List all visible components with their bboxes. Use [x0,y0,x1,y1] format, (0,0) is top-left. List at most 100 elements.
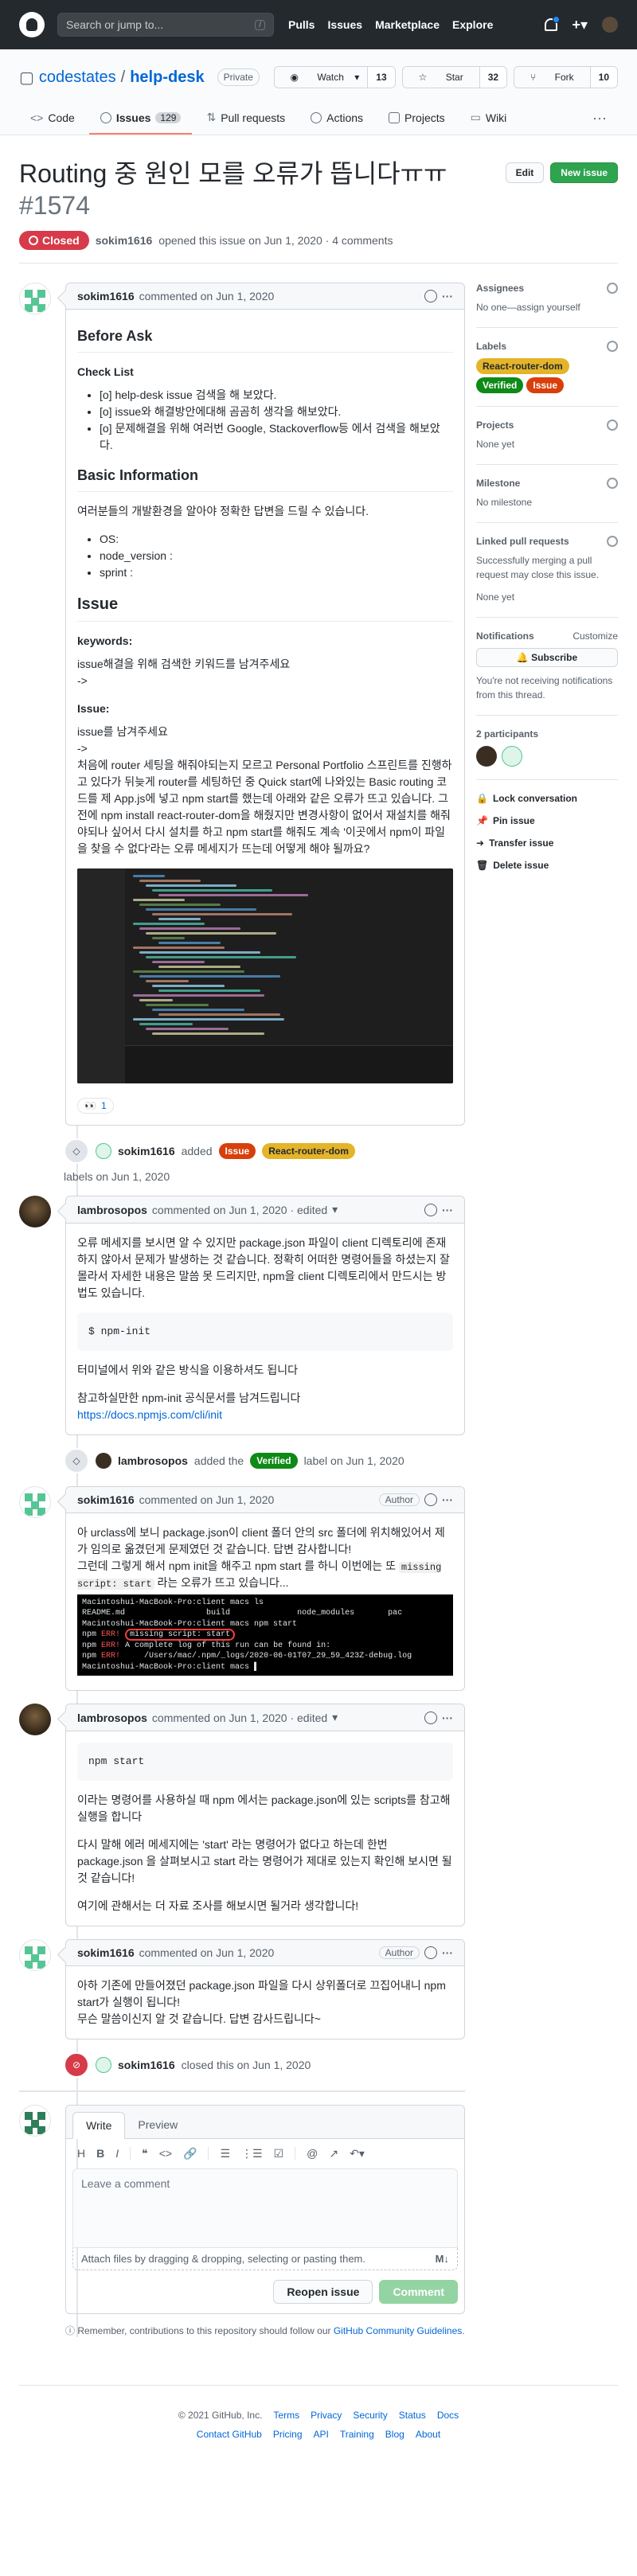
saved-replies-icon[interactable]: ↶▾ [350,2147,365,2160]
pin-issue-button[interactable]: 📌 Pin issue [476,815,618,826]
unordered-list-icon[interactable]: ☰ [220,2147,230,2160]
link-icon[interactable]: 🔗 [183,2147,197,2160]
avatar[interactable] [19,283,51,314]
comment-author[interactable]: lambrosopos [77,1711,147,1724]
sidebar-labels[interactable]: Labels React-router-dom Verified Issue [476,341,618,407]
nav-pulls[interactable]: Pulls [288,18,315,31]
avatar[interactable] [96,1452,111,1469]
participant-avatar[interactable] [476,746,497,767]
footer-link[interactable]: Blog [385,2429,404,2440]
smiley-icon[interactable] [424,1203,437,1216]
footer-link[interactable]: API [314,2429,329,2440]
avatar[interactable] [96,2056,111,2073]
nav-explore[interactable]: Explore [452,18,493,31]
comment-author[interactable]: sokim1616 [77,1946,135,1959]
label-issue[interactable]: Issue [526,377,565,393]
watch-count[interactable]: 13 [367,67,395,88]
label-react-router-dom[interactable]: React-router-dom [476,358,569,374]
code-icon[interactable]: <> [159,2147,172,2160]
smiley-icon[interactable] [424,1493,437,1506]
comment-author[interactable]: sokim1616 [77,290,135,302]
transfer-issue-button[interactable]: ➜ Transfer issue [476,837,618,849]
gear-icon[interactable] [607,283,618,294]
notifications-bell-icon[interactable] [545,16,561,31]
comment-author[interactable]: lambrosopos [77,1204,147,1216]
gear-icon[interactable] [607,420,618,431]
avatar[interactable] [19,2104,51,2137]
avatar[interactable] [19,1485,51,1518]
tab-issues[interactable]: Issues 129 [88,102,193,135]
gear-icon[interactable] [607,341,618,352]
label-verified[interactable]: Verified [476,377,524,393]
assignees-value[interactable]: No one—assign yourself [476,300,618,314]
kebab-menu-icon[interactable]: ··· [442,1946,453,1959]
cross-reference-icon[interactable]: ↗ [329,2147,338,2160]
issue-author[interactable]: sokim1616 [96,234,153,247]
subscribe-button[interactable]: 🔔 Subscribe [476,648,618,667]
create-new-icon[interactable]: +▾ [572,17,588,33]
sidebar-linked-prs[interactable]: Linked pull requests Successfully mergin… [476,536,618,618]
footer-link[interactable]: Privacy [311,2410,342,2421]
github-logo-icon[interactable] [19,12,45,37]
footer-link[interactable]: Pricing [273,2429,303,2440]
sidebar-projects[interactable]: Projects None yet [476,420,618,465]
user-avatar[interactable] [602,17,618,33]
tab-preview[interactable]: Preview [125,2112,190,2138]
avatar[interactable] [96,1143,111,1159]
kebab-menu-icon[interactable]: ··· [442,1493,453,1506]
edited-caret-icon[interactable]: ▾ [332,1203,338,1216]
heading-icon[interactable]: H [77,2147,85,2160]
search-input[interactable]: Search or jump to... / [57,13,274,37]
reopen-issue-button[interactable]: Reopen issue [273,2279,373,2304]
nav-issues[interactable]: Issues [327,18,362,31]
vscode-screenshot-image[interactable] [77,868,453,1083]
event-actor[interactable]: lambrosopos [118,1454,188,1467]
fork-button[interactable]: ⑂ Fork 10 [514,66,618,88]
tab-code[interactable]: <> Code [19,102,86,135]
avatar[interactable] [19,1196,51,1228]
smiley-icon[interactable] [424,290,437,302]
quote-icon[interactable]: ❝ [142,2147,148,2160]
event-actor[interactable]: sokim1616 [118,2059,175,2071]
sidebar-milestone[interactable]: Milestone No milestone [476,478,618,523]
star-button[interactable]: ☆ Star 32 [401,66,508,88]
customize-link[interactable]: Customize [573,630,618,642]
comment-textarea[interactable]: Leave a comment [72,2168,458,2248]
footer-link[interactable]: Docs [437,2410,459,2421]
italic-icon[interactable]: I [115,2147,119,2160]
tab-wiki[interactable]: ▭ Wiki [459,102,518,135]
star-count[interactable]: 32 [479,67,507,88]
sidebar-assignees[interactable]: Assignees No one—assign yourself [476,283,618,328]
footer-link[interactable]: Terms [273,2410,299,2421]
event-actor[interactable]: sokim1616 [118,1145,175,1157]
kebab-menu-icon[interactable]: ··· [442,1711,453,1724]
kebab-menu-icon[interactable]: ··· [442,1204,453,1216]
npm-docs-link[interactable]: https://docs.npmjs.com/cli/init [77,1408,222,1421]
terminal-screenshot-image[interactable]: Macintoshui-MacBook-Pro:client macs ls R… [77,1594,453,1676]
reaction-eyes[interactable]: 👀 1 [77,1098,114,1114]
gear-icon[interactable] [607,478,618,489]
kebab-menu-icon[interactable]: ··· [442,290,453,302]
gear-icon[interactable] [607,536,618,547]
footer-link[interactable]: Status [399,2410,426,2421]
participant-avatar[interactable] [502,746,522,767]
footer-link[interactable]: Security [353,2410,387,2421]
footer-link[interactable]: Contact GitHub [197,2429,262,2440]
smiley-icon[interactable] [424,1946,437,1959]
lock-conversation-button[interactable]: 🔒 Lock conversation [476,793,618,804]
fork-count[interactable]: 10 [589,67,617,88]
bold-icon[interactable]: B [96,2147,104,2160]
tab-actions[interactable]: Actions [299,102,374,135]
footer-link[interactable]: About [416,2429,440,2440]
delete-issue-button[interactable]: 🗑 Delete issue [476,860,618,871]
new-issue-button[interactable]: New issue [550,162,618,183]
tab-projects[interactable]: Projects [377,102,456,135]
edit-title-button[interactable]: Edit [505,162,545,183]
avatar[interactable] [19,1704,51,1735]
task-list-icon[interactable]: ☑ [274,2147,284,2160]
smiley-icon[interactable] [424,1711,437,1724]
comment-button[interactable]: Comment [379,2279,458,2304]
nav-marketplace[interactable]: Marketplace [375,18,440,31]
avatar[interactable] [19,1938,51,1971]
attach-files-area[interactable]: Attach files by dragging & dropping, sel… [72,2247,458,2270]
